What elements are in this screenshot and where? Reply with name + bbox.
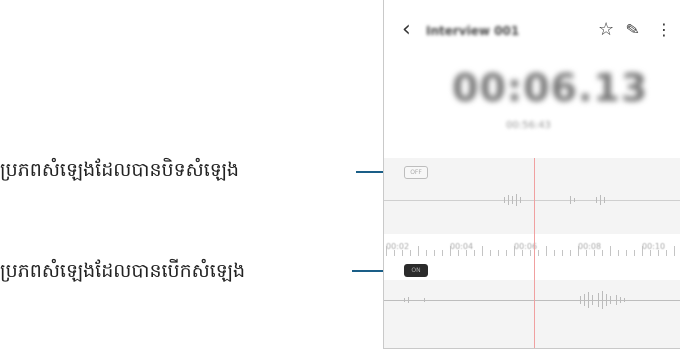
ruler-tick <box>474 250 475 256</box>
recording-screen: ‹ Interview 001 ☆ ✎ ⋮ 00:06.13 00:56:43 … <box>383 0 680 349</box>
waveform-bar <box>408 297 409 303</box>
waveform-bar <box>424 298 425 302</box>
ruler-tick <box>466 250 467 256</box>
ruler-tick <box>426 250 427 256</box>
elapsed-time: 00:06.13 <box>452 66 649 110</box>
pencil-icon[interactable]: ✎ <box>624 19 641 40</box>
waveform-bar <box>600 195 601 205</box>
muted-source-label: ប្រភពសំឡេងដែលបានបិទសំឡេង <box>0 159 239 181</box>
ruler-tick <box>578 246 579 256</box>
timeline-ruler: 00:02 00:04 00:06 00:08 00:10 <box>384 234 680 262</box>
ruler-tick <box>434 250 435 256</box>
ruler-tick <box>522 250 523 256</box>
waveform-bar <box>580 296 581 304</box>
ruler-tick <box>634 250 635 256</box>
app-bar: ‹ Interview 001 ☆ ✎ ⋮ <box>384 14 680 48</box>
ruler-tick <box>514 246 515 256</box>
waveform-bar <box>602 291 603 309</box>
ruler-tick <box>674 246 675 256</box>
ruler-tick <box>594 250 595 256</box>
muted-waveform-line <box>384 200 680 201</box>
ruler-tick <box>570 250 571 256</box>
waveform-bar <box>520 197 521 203</box>
ruler-tick <box>586 250 587 256</box>
ruler-tick <box>562 250 563 256</box>
waveform-bar <box>516 194 517 206</box>
waveform-bar <box>606 294 607 306</box>
ruler-tick <box>546 246 547 256</box>
waveform-bar <box>596 197 597 203</box>
ruler-tick <box>506 250 507 256</box>
unmuted-waveform-line <box>384 300 680 301</box>
waveform-bar <box>610 296 611 304</box>
unmuted-track-strip <box>384 262 680 280</box>
star-icon[interactable]: ☆ <box>598 21 614 39</box>
muted-track-toggle[interactable]: OFF <box>404 166 428 179</box>
ruler-tick <box>386 246 387 256</box>
track-area: 00:02 00:04 00:06 00:08 00:10 <box>384 158 680 348</box>
total-time: 00:56:43 <box>506 120 551 131</box>
ruler-tick <box>650 250 651 256</box>
waveform-bar <box>598 293 599 307</box>
ruler-tick <box>458 250 459 256</box>
ruler-tick <box>410 250 411 256</box>
ruler-tick <box>498 250 499 256</box>
ruler-tick <box>402 250 403 256</box>
ruler-tick <box>482 246 483 256</box>
more-vertical-icon[interactable]: ⋮ <box>656 21 672 39</box>
tick-label: 00:04 <box>450 242 474 251</box>
waveform-bar <box>588 292 589 308</box>
waveform-bar <box>592 295 593 305</box>
recording-title: Interview 001 <box>426 24 520 38</box>
waveform-bar <box>504 197 505 203</box>
ruler-tick <box>538 250 539 256</box>
waveform-bar <box>574 198 575 202</box>
waveform-bar <box>616 295 617 305</box>
ruler-tick <box>642 246 643 256</box>
ruler-tick <box>666 250 667 256</box>
ruler-tick <box>530 250 531 256</box>
unmuted-track-toggle[interactable]: ON <box>404 264 428 277</box>
waveform-bar <box>604 197 605 203</box>
ruler-tick <box>490 250 491 256</box>
ruler-tick <box>418 246 419 256</box>
ruler-tick <box>610 246 611 256</box>
ruler-tick <box>658 250 659 256</box>
waveform-bar <box>404 298 405 302</box>
tick-label: 00:10 <box>642 242 666 251</box>
ruler-tick <box>554 250 555 256</box>
waveform-bar <box>508 195 509 205</box>
unmuted-source-label: ប្រភពសំឡេងដែលបានបើកសំឡេង <box>0 260 246 282</box>
playhead[interactable] <box>534 158 535 348</box>
tick-label: 00:02 <box>386 242 410 251</box>
ruler-tick <box>450 246 451 256</box>
chevron-left-icon[interactable]: ‹ <box>402 18 411 42</box>
ruler-tick <box>394 250 395 256</box>
waveform-bar <box>620 297 621 303</box>
waveform-bar <box>512 196 513 204</box>
ruler-tick <box>618 250 619 256</box>
ruler-tick <box>626 250 627 256</box>
waveform-bar <box>584 294 585 306</box>
waveform-bar <box>624 298 625 302</box>
waveform-bar <box>570 196 571 204</box>
ruler-tick <box>602 250 603 256</box>
tick-label: 00:08 <box>578 242 602 251</box>
ruler-tick <box>442 250 443 256</box>
